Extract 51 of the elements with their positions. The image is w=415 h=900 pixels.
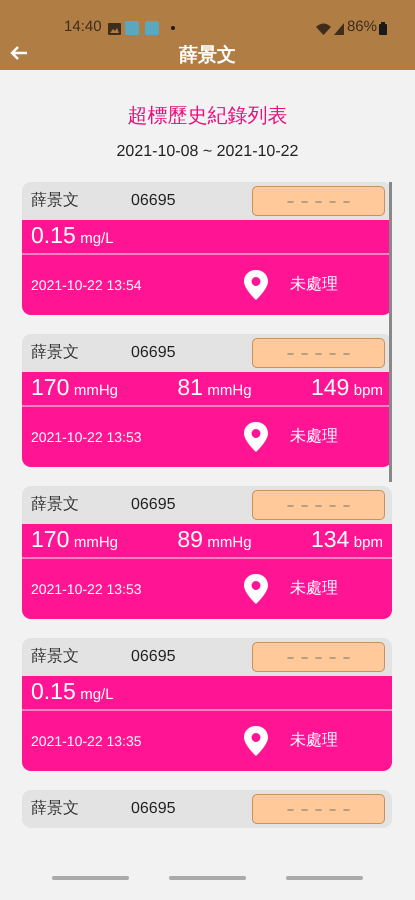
patient-name: 薛景文 [31,798,80,819]
page-title: 超標歷史紀錄列表 [128,106,288,126]
record-time: 2021-10-22 13:53 [31,580,143,598]
date-range: 2021-10-08 ~ 2021-10-22 [116,144,298,160]
location-pin-icon[interactable] [244,270,268,300]
patient-name: 薛景文 [31,342,80,363]
record-time: 2021-10-22 13:35 [31,732,143,750]
reading-value: 134 bpm [310,528,383,554]
home-button[interactable] [169,876,246,880]
patient-name: 薛景文 [31,494,80,515]
patient-id: 06695 [131,647,176,667]
patient-name: 薛景文 [31,646,80,667]
battery-percent: 86% [346,16,377,36]
status-label: 未處理 [290,274,338,295]
recent-apps-button[interactable] [52,876,129,880]
action-button[interactable]: －－－－－ [252,642,385,672]
action-button[interactable]: －－－－－ [252,490,385,520]
record-time: 2021-10-22 13:54 [31,276,143,294]
patient-id: 06695 [131,343,176,363]
reading-value: 0.15 mg/L [31,224,114,250]
patient-id: 06695 [131,799,176,819]
app-icon [144,21,159,35]
status-label: 未處理 [290,730,338,751]
action-button[interactable]: －－－－－ [252,794,385,824]
reading-value: 149 bpm [310,376,383,402]
location-pin-icon[interactable] [244,422,268,452]
reading-value: 170 mmHg [31,528,118,554]
location-pin-icon[interactable] [244,726,268,756]
action-button[interactable]: －－－－－ [252,186,385,216]
patient-id: 06695 [131,495,176,515]
back-arrow-icon [10,45,28,61]
reading-value: 0.15 mg/L [31,680,114,706]
status-time: 14:40 [64,16,102,36]
patient-name: 薛景文 [31,190,80,211]
signal-icon [334,23,344,35]
header-title: 薛景文 [179,46,236,64]
location-pin-icon[interactable] [244,574,268,604]
wifi-icon [316,23,331,35]
record-time: 2021-10-22 13:53 [31,428,143,446]
reading-value: 170 mmHg [31,376,118,402]
app-icon [124,21,139,35]
status-label: 未處理 [290,578,338,599]
patient-id: 06695 [131,191,176,211]
action-button[interactable]: －－－－－ [252,338,385,368]
battery-icon [379,22,387,35]
reading-value: 89 mmHg [177,528,252,554]
back-nav-button[interactable] [286,876,363,880]
dot-icon [170,26,175,30]
reading-value: 81 mmHg [177,376,252,402]
image-icon [108,23,121,35]
status-label: 未處理 [290,426,338,447]
